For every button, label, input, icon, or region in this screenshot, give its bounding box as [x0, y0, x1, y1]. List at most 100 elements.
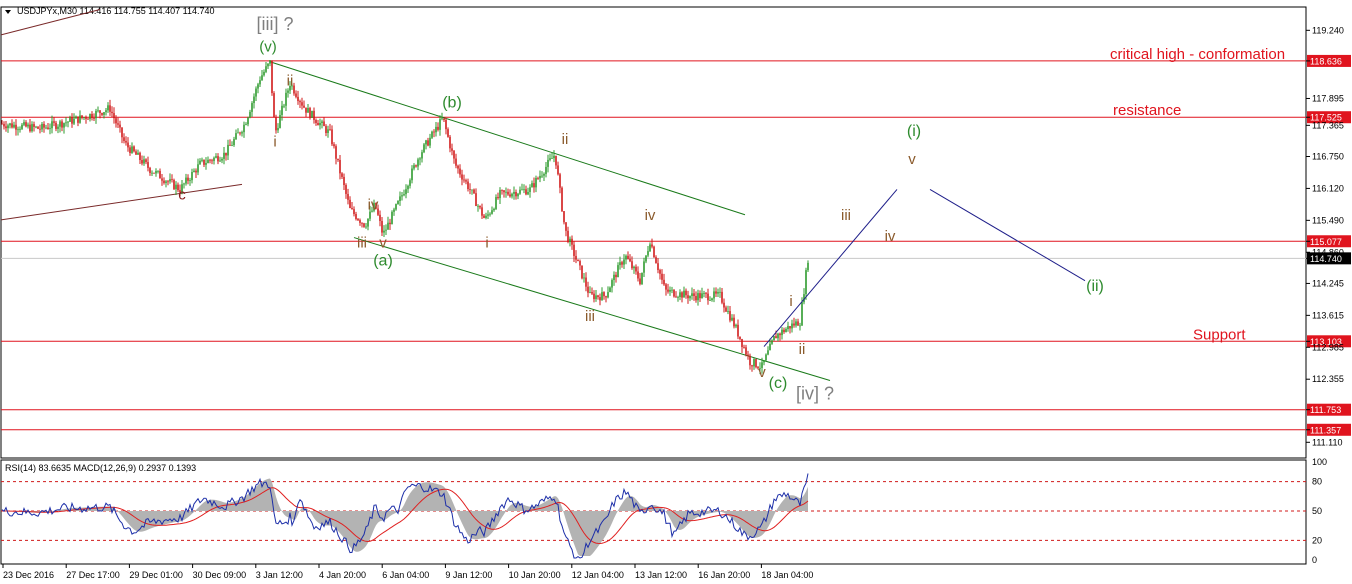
candle-body [79, 115, 81, 123]
candle-body [691, 293, 693, 296]
candle-body [411, 168, 413, 181]
candle-body [209, 159, 211, 161]
candle-body [279, 114, 281, 128]
price-tick-label: 117.365 [1312, 120, 1344, 130]
candle-body [315, 119, 317, 123]
candle-body [367, 218, 369, 227]
level-annotation: critical high - conformation [1110, 46, 1285, 63]
candle-body [573, 244, 575, 256]
candle-body [63, 123, 65, 128]
candle-body [329, 129, 331, 131]
candle-body [683, 290, 685, 298]
candle-body [615, 274, 617, 278]
candle-body [579, 261, 581, 266]
candle-body [721, 291, 723, 303]
candle-body [387, 222, 389, 230]
candle-body [565, 222, 567, 231]
candle-body [409, 180, 411, 186]
wave-label: iv [885, 228, 896, 245]
candle-body [479, 205, 481, 208]
current-price-label: 114.740 [1310, 254, 1342, 264]
wave-label: ii [799, 341, 806, 358]
candle-body [101, 113, 103, 115]
candle-body [43, 123, 45, 128]
candle-body [99, 110, 101, 114]
candle-body [231, 145, 233, 146]
candle-body [5, 126, 7, 129]
candle-body [21, 124, 23, 129]
forex-chart[interactable]: USDJPYx,M30 114.416 114.755 114.407 114.… [0, 0, 1352, 584]
price-panel[interactable] [0, 6, 1307, 459]
candle-body [49, 128, 51, 129]
candle-body [111, 111, 113, 114]
candle-body [189, 180, 191, 181]
candle-body [679, 292, 681, 297]
candle-body [307, 108, 309, 113]
candle-body [463, 179, 465, 181]
candle-body [439, 119, 441, 130]
candle-body [475, 193, 477, 207]
candle-body [81, 115, 83, 118]
candle-body [661, 273, 663, 280]
level-price-label: 111.753 [1310, 405, 1341, 415]
candle-body [753, 359, 755, 367]
candle-body [703, 293, 705, 294]
candle-body [553, 155, 555, 159]
indicator-panel[interactable] [0, 459, 1307, 565]
candle-body [95, 110, 97, 119]
candle-body [503, 190, 505, 193]
candle-body [9, 123, 11, 126]
candle-body [47, 127, 49, 129]
candle-body [491, 210, 493, 214]
candle-body [631, 261, 633, 269]
candle-body [287, 90, 289, 93]
candle-body [469, 189, 471, 190]
candle-body [643, 261, 645, 273]
candle-body [417, 159, 419, 167]
candle-body [521, 189, 523, 191]
candle-body [569, 238, 571, 243]
candle-body [293, 85, 295, 94]
candle-body [273, 93, 275, 118]
candle-body [747, 354, 749, 356]
candle-body [253, 96, 255, 104]
candle-body [437, 126, 439, 130]
candle-body [681, 292, 683, 298]
candle-body [311, 110, 313, 118]
wave-label: (v) [259, 39, 277, 56]
candle-body [671, 289, 673, 291]
candle-body [335, 146, 337, 159]
time-tick-label: 3 Jan 12:00 [256, 570, 303, 580]
candle-body [247, 117, 249, 125]
candle-body [797, 321, 799, 326]
candle-body [749, 355, 751, 366]
candle-body [629, 258, 631, 262]
candle-body [355, 214, 357, 219]
candle-body [453, 150, 455, 159]
time-tick-label: 18 Jan 04:00 [761, 570, 813, 580]
candle-body [245, 124, 247, 126]
candle-body [713, 291, 715, 299]
candle-body [167, 181, 169, 183]
price-tick-label: 116.750 [1312, 151, 1344, 161]
candle-body [19, 128, 21, 130]
candle-body [381, 220, 383, 233]
candle-body [331, 129, 333, 145]
candle-body [561, 187, 563, 212]
candle-body [319, 122, 321, 126]
candle-body [285, 92, 287, 106]
candle-body [467, 181, 469, 190]
candle-body [431, 131, 433, 138]
wave-label: iii [585, 308, 595, 325]
candle-body [715, 291, 717, 294]
candle-body [755, 359, 757, 368]
candle-body [513, 192, 515, 194]
time-tick-label: 4 Jan 20:00 [319, 570, 366, 580]
candle-body [745, 347, 747, 355]
candle-body [313, 110, 315, 120]
candle-body [605, 296, 607, 298]
candle-body [339, 159, 341, 174]
candle-body [403, 194, 405, 196]
candle-body [115, 118, 117, 124]
candle-body [71, 117, 73, 124]
